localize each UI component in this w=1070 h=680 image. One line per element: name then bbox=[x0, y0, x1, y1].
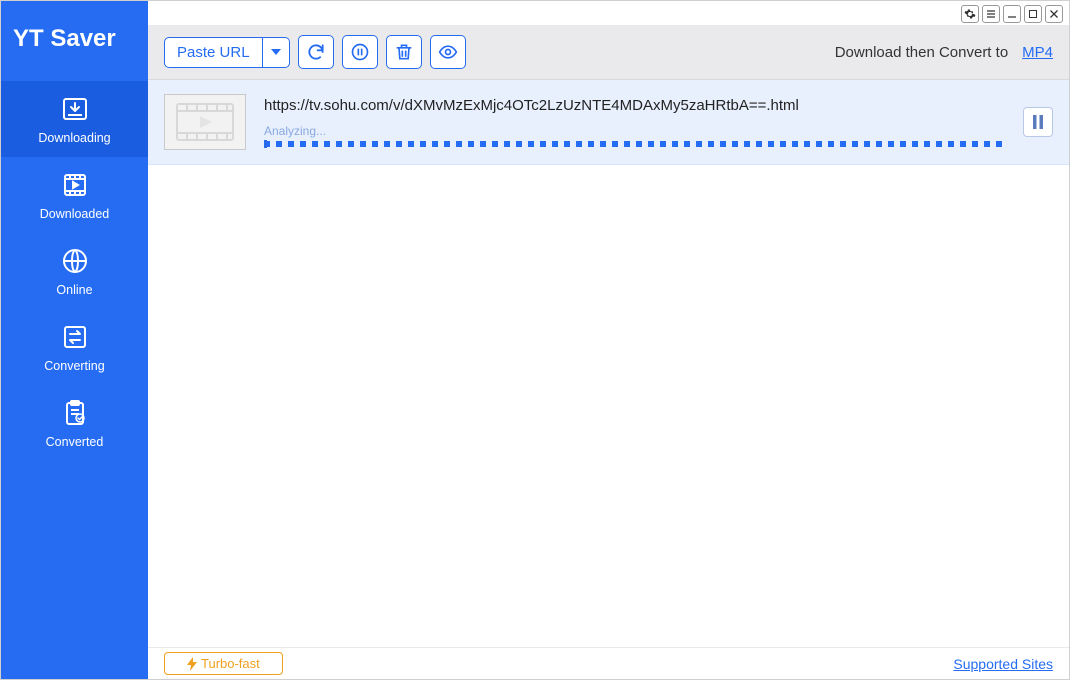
paste-url-group: Paste URL bbox=[164, 37, 290, 68]
minimize-button[interactable] bbox=[1003, 5, 1021, 23]
sidebar: YT Saver Downloading bbox=[1, 1, 148, 679]
retry-button[interactable] bbox=[298, 35, 334, 69]
app-title: YT Saver bbox=[1, 1, 148, 81]
settings-button[interactable] bbox=[961, 5, 979, 23]
video-thumbnail-icon bbox=[164, 94, 246, 150]
window-controls bbox=[148, 1, 1069, 25]
sidebar-item-label: Converted bbox=[46, 435, 104, 449]
paste-url-button[interactable]: Paste URL bbox=[164, 37, 263, 68]
download-list: https://tv.sohu.com/v/dXMvMzExMjc4OTc2Lz… bbox=[148, 80, 1069, 647]
main-area: Paste URL Download then Convert to MP4 bbox=[148, 1, 1069, 679]
pause-button[interactable] bbox=[1023, 107, 1053, 137]
download-item: https://tv.sohu.com/v/dXMvMzExMjc4OTc2Lz… bbox=[148, 80, 1069, 165]
pause-all-button[interactable] bbox=[342, 35, 378, 69]
convert-label: Download then Convert to bbox=[835, 44, 1008, 61]
download-url: https://tv.sohu.com/v/dXMvMzExMjc4OTc2Lz… bbox=[264, 97, 1005, 114]
download-status: Analyzing... bbox=[264, 124, 1005, 138]
sidebar-item-label: Online bbox=[56, 283, 92, 297]
sidebar-item-online[interactable]: Online bbox=[1, 233, 148, 309]
delete-button[interactable] bbox=[386, 35, 422, 69]
clipboard-check-icon bbox=[60, 399, 90, 427]
toolbar: Paste URL Download then Convert to MP4 bbox=[148, 25, 1069, 80]
sidebar-item-downloading[interactable]: Downloading bbox=[1, 81, 148, 157]
convert-arrows-icon bbox=[60, 323, 90, 351]
sidebar-item-label: Downloaded bbox=[40, 207, 110, 221]
menu-button[interactable] bbox=[982, 5, 1000, 23]
sidebar-item-label: Converting bbox=[44, 359, 104, 373]
close-button[interactable] bbox=[1045, 5, 1063, 23]
turbo-label: Turbo-fast bbox=[201, 656, 260, 671]
progress-bar bbox=[264, 141, 1005, 147]
sidebar-item-downloaded[interactable]: Downloaded bbox=[1, 157, 148, 233]
paste-url-dropdown[interactable] bbox=[263, 37, 290, 68]
preview-button[interactable] bbox=[430, 35, 466, 69]
lightning-icon bbox=[187, 657, 197, 671]
maximize-button[interactable] bbox=[1024, 5, 1042, 23]
format-select[interactable]: MP4 bbox=[1022, 44, 1053, 61]
video-file-icon bbox=[60, 171, 90, 199]
globe-icon bbox=[60, 247, 90, 275]
sidebar-item-converting[interactable]: Converting bbox=[1, 309, 148, 385]
download-info: https://tv.sohu.com/v/dXMvMzExMjc4OTc2Lz… bbox=[264, 97, 1005, 147]
sidebar-item-converted[interactable]: Converted bbox=[1, 385, 148, 461]
footer: Turbo-fast Supported Sites bbox=[148, 647, 1069, 679]
supported-sites-link[interactable]: Supported Sites bbox=[953, 656, 1053, 672]
turbo-fast-button[interactable]: Turbo-fast bbox=[164, 652, 283, 675]
download-tray-icon bbox=[60, 95, 90, 123]
sidebar-item-label: Downloading bbox=[38, 131, 110, 145]
